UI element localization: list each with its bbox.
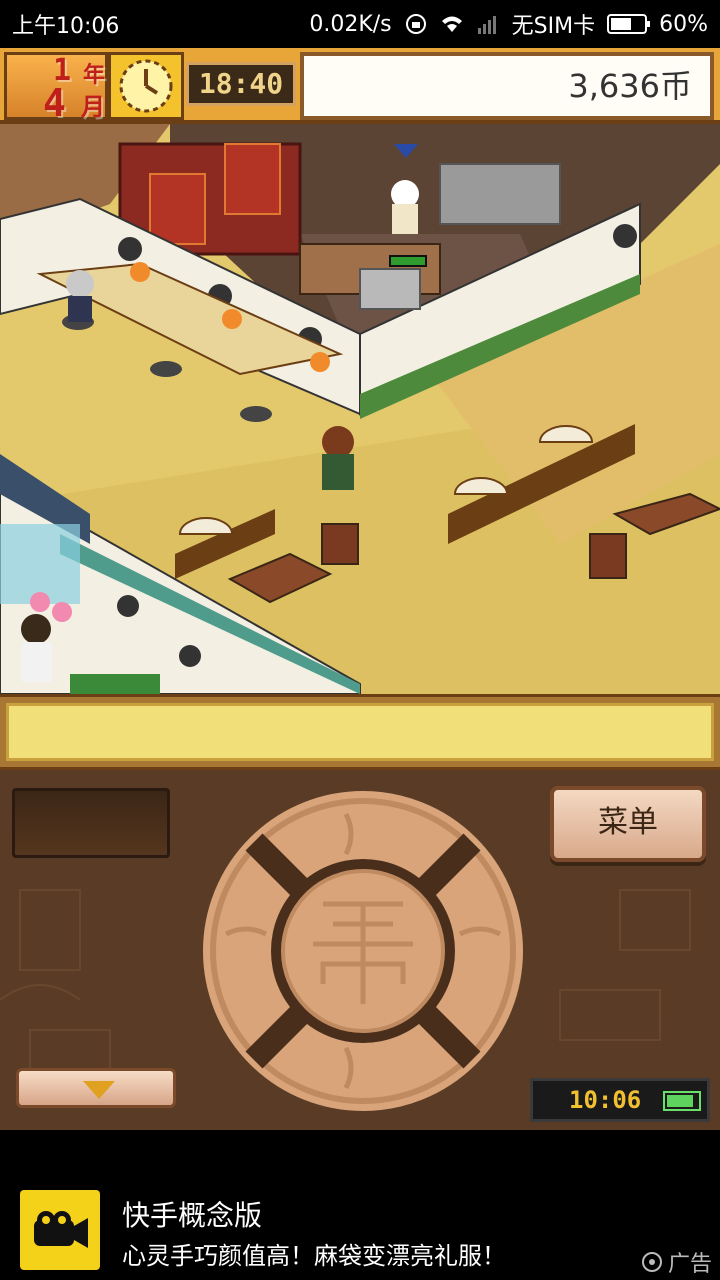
clock-icon: [108, 52, 184, 120]
year-unit: 年: [83, 63, 106, 88]
dpad-down[interactable]: [300, 1010, 430, 1070]
dpad-center[interactable]: [300, 890, 430, 1010]
game-time: 18:40: [186, 62, 296, 106]
device-clock-time: 10:06: [569, 1086, 642, 1114]
wifi-icon: [441, 16, 462, 32]
battery-icon: [607, 14, 651, 34]
month-number: 4: [43, 81, 66, 125]
message-box: [6, 703, 714, 761]
lock-rotation-icon: [405, 14, 426, 34]
triangle-down-icon: [83, 1081, 115, 1099]
date-panel: 1 年 4 月: [4, 52, 108, 125]
carrier-label: 无SIM卡: [511, 14, 596, 39]
dpad-right[interactable]: [460, 890, 520, 1020]
device-clock: 10:06: [530, 1078, 710, 1122]
video-camera-icon: [34, 1211, 88, 1248]
signal-icon: [477, 16, 496, 34]
app-logo[interactable]: [20, 1190, 100, 1270]
ad-tag[interactable]: 广告: [640, 1246, 712, 1278]
status-time: 上午10:06: [12, 14, 120, 39]
month-unit: 月: [81, 93, 105, 121]
dpad-left[interactable]: [210, 890, 270, 1020]
dpad-up[interactable]: [300, 830, 430, 890]
status-right: 0.02K/s 无SIM卡 60%: [309, 8, 708, 40]
menu-button[interactable]: 菜单: [550, 786, 706, 862]
restaurant-map[interactable]: [0, 124, 720, 694]
status-bar: 上午10:06 0.02K/s 无SIM卡 60%: [0, 0, 720, 48]
ad-banner[interactable]: 快手概念版 心灵手巧颜值高！麻袋变漂亮礼服！ 广告: [0, 1130, 720, 1280]
ad-tag-label: 广告: [667, 1252, 712, 1277]
ad-title[interactable]: 快手概念版: [122, 1194, 262, 1234]
game-hud: 1 年 4 月 18:40 3,636币: [0, 48, 720, 125]
restaurant-scene[interactable]: [0, 124, 720, 694]
message-bar: [0, 694, 720, 770]
ad-subtitle[interactable]: 心灵手巧颜值高！麻袋变漂亮礼服！: [122, 1236, 506, 1271]
status-display: [12, 788, 170, 858]
network-speed: 0.02K/s: [309, 11, 392, 37]
coins-display: 3,636币: [300, 52, 714, 120]
battery-icon: [663, 1091, 701, 1111]
collapse-button[interactable]: [16, 1068, 176, 1108]
battery-percent: 60%: [659, 11, 708, 37]
ad-choices-icon: [641, 1252, 662, 1272]
control-panel: 菜单 10:06: [0, 770, 720, 1130]
